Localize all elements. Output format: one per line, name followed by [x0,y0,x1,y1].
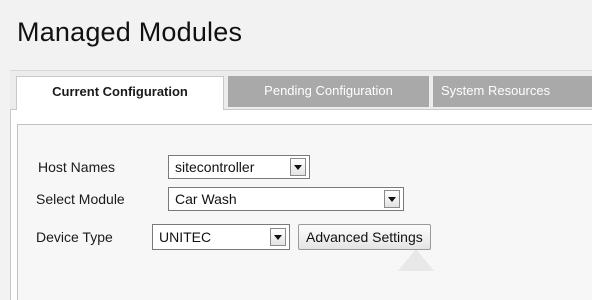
page-title: Managed Modules [17,17,243,47]
managed-modules-page: Managed Modules Current Configuration Pe… [0,0,592,300]
chevron-down-icon[interactable] [270,228,286,246]
device-type-label: Device Type [36,229,113,245]
tab-system-resources[interactable]: System Resources [433,76,592,107]
select-module-select[interactable]: Car Wash [168,187,404,211]
tab-pending-configuration[interactable]: Pending Configuration [228,76,429,107]
select-module-value: Car Wash [175,191,237,207]
module-config-form: Host Names sitecontroller Select Module … [17,124,592,300]
chevron-down-icon[interactable] [290,158,306,176]
host-names-label: Host Names [38,159,116,175]
host-names-value: sitecontroller [175,159,255,175]
chevron-down-icon[interactable] [384,190,400,208]
advanced-settings-button[interactable]: Advanced Settings [298,224,431,250]
select-module-label: Select Module [36,191,125,207]
background-watermark [398,249,434,271]
device-type-value: UNITEC [159,229,212,245]
tab-current-configuration[interactable]: Current Configuration [16,76,224,110]
host-names-select[interactable]: sitecontroller [168,155,310,179]
tab-strip: Current Configuration Pending Configurat… [10,70,592,111]
tab-content-panel: Host Names sitecontroller Select Module … [10,109,592,300]
device-type-select[interactable]: UNITEC [152,224,290,250]
